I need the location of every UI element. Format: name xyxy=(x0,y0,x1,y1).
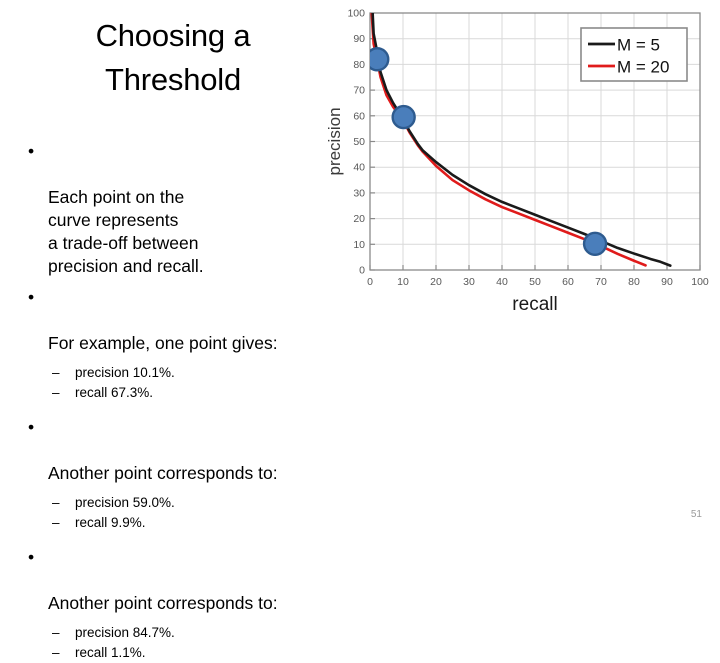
bullet-text: Another point corresponds to: xyxy=(48,593,278,613)
list-item: • Another point corresponds to: xyxy=(0,546,360,615)
y-tick-label: 80 xyxy=(353,59,365,71)
bullet-text: Another point corresponds to: xyxy=(48,463,278,483)
sub-bullet-text: recall 67.3%. xyxy=(75,385,154,400)
sub-bullet-text: precision 10.1%. xyxy=(75,365,175,380)
y-tick-label: 90 xyxy=(353,33,365,45)
operating-point-marker[interactable]: precision 59.0% / recall 9.9% xyxy=(391,104,416,130)
slide-canvas: Choosing a Threshold • Each point on the… xyxy=(0,0,720,660)
operating-point-marker[interactable]: precision 10.1% / recall 67.3% xyxy=(582,231,608,256)
y-axis-label: precision xyxy=(326,107,344,175)
y-tick-label: 100 xyxy=(347,8,365,20)
chart-legend: M = 5 M = 20 xyxy=(580,27,688,82)
x-tick-label: 60 xyxy=(562,276,574,288)
dash-marker-icon: – xyxy=(52,625,60,640)
bullet-list: • Each point on the curve represents a t… xyxy=(0,140,360,663)
precision-recall-chart: 0 10 20 30 40 50 60 70 80 90 100 0 10 20 30 40 50 60 70 80 9… xyxy=(326,0,720,316)
bullet-marker-icon: • xyxy=(28,547,35,567)
list-item: • Another point corresponds to: xyxy=(0,416,360,485)
sub-list-item: – precision 59.0%. xyxy=(0,493,360,513)
chart-svg: 0 10 20 30 40 50 60 70 80 90 100 0 10 20 30 40 50 60 70 80 9… xyxy=(326,8,709,316)
bullet-marker-icon: • xyxy=(28,287,35,307)
y-tick-label: 70 xyxy=(353,85,365,97)
x-tick-label: 10 xyxy=(397,276,409,288)
sub-bullet-text: precision 59.0%. xyxy=(75,495,175,510)
list-item: • For example, one point gives: xyxy=(0,286,360,355)
x-tick-label: 90 xyxy=(661,276,673,288)
y-tick-label: 50 xyxy=(353,136,365,148)
bullet-text: For example, one point gives: xyxy=(48,333,278,353)
dash-marker-icon: – xyxy=(52,515,60,530)
dash-marker-icon: – xyxy=(52,365,60,380)
dash-marker-icon: – xyxy=(52,385,60,400)
y-tick-label: 60 xyxy=(353,110,365,122)
sub-list-item: – recall 9.9%. xyxy=(0,513,360,533)
sub-list-item: – precision 84.7%. xyxy=(0,623,360,643)
list-item: • Each point on the curve represents a t… xyxy=(0,140,360,278)
sub-list-item: – precision 10.1%. xyxy=(0,363,360,383)
y-tick-label: 0 xyxy=(359,265,365,277)
dash-marker-icon: – xyxy=(52,495,60,510)
y-tick-label: 40 xyxy=(353,162,365,174)
dash-marker-icon: – xyxy=(52,645,60,660)
slide-number: 51 xyxy=(690,509,702,520)
page-title: Choosing a Threshold xyxy=(95,18,251,97)
sub-list-item: – recall 1.1%. xyxy=(0,643,360,663)
x-tick-label: 50 xyxy=(529,276,541,288)
x-tick-label: 70 xyxy=(595,276,607,288)
x-tick-label: 80 xyxy=(628,276,640,288)
x-tick-label: 100 xyxy=(691,276,709,288)
y-tick-label: 20 xyxy=(353,213,365,225)
bullet-marker-icon: • xyxy=(28,141,35,161)
bullet-text: Each point on the curve represents a tra… xyxy=(48,187,204,276)
sub-bullet-text: recall 9.9%. xyxy=(75,515,146,530)
x-axis-label: recall xyxy=(512,294,557,315)
x-tick-label: 40 xyxy=(496,276,508,288)
y-tick-label: 10 xyxy=(353,239,365,251)
x-tick-label: 20 xyxy=(430,276,442,288)
sub-bullet-text: recall 1.1%. xyxy=(75,645,146,660)
y-tick-label: 30 xyxy=(353,187,365,199)
x-tick-label: 30 xyxy=(463,276,475,288)
legend-label: M = 20 xyxy=(617,58,669,77)
bullet-marker-icon: • xyxy=(28,417,35,437)
legend-label: M = 5 xyxy=(617,36,660,55)
sub-bullet-text: precision 84.7%. xyxy=(75,625,175,640)
x-tick-label: 0 xyxy=(367,276,373,288)
sub-list-item: – recall 67.3%. xyxy=(0,383,360,403)
